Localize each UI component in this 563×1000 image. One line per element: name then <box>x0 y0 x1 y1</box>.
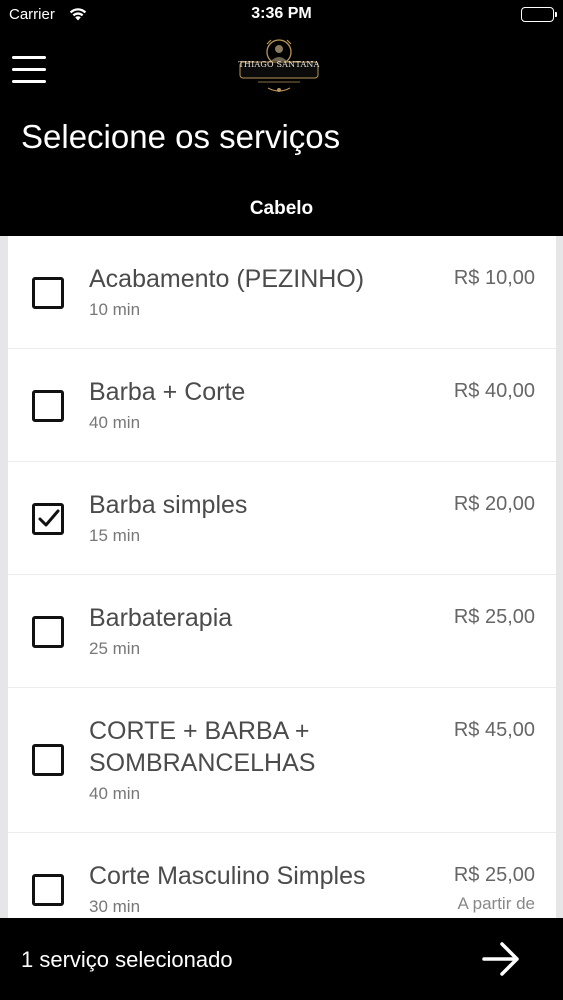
service-duration: 40 min <box>89 784 141 803</box>
checkbox-unchecked-icon[interactable] <box>32 616 64 648</box>
service-item[interactable]: CORTE + BARBA + SOMBRANCELHAS 40 min R$ … <box>8 688 556 833</box>
service-duration: 15 min <box>89 526 141 545</box>
services-list: Acabamento (PEZINHO) 10 min R$ 10,00 Bar… <box>8 236 556 918</box>
service-price-note: A partir de <box>457 894 536 913</box>
page-title: Selecione os serviços <box>21 118 341 155</box>
hamburger-menu-icon[interactable] <box>12 56 46 86</box>
service-price: R$ 25,00 <box>453 606 535 628</box>
logo-text: THIAGO SANTANA <box>238 60 320 69</box>
service-item[interactable]: Corte Masculino Simples 30 min R$ 25,00 … <box>8 833 556 918</box>
status-bar: Carrier 3:36 PM <box>0 0 563 30</box>
services-list-area[interactable]: Acabamento (PEZINHO) 10 min R$ 10,00 Bar… <box>0 236 563 918</box>
tab-category-cabelo[interactable]: Cabelo <box>0 198 563 220</box>
checkbox-unchecked-icon[interactable] <box>32 277 64 309</box>
service-name: Barba + Corte <box>89 378 246 406</box>
service-name: Corte Masculino Simples <box>89 862 366 890</box>
selection-count-text: 1 serviço selecionado <box>21 947 233 972</box>
service-price: R$ 45,00 <box>453 719 535 741</box>
service-price: R$ 20,00 <box>453 493 535 515</box>
checkbox-unchecked-icon[interactable] <box>32 874 64 906</box>
service-name-line1: CORTE + BARBA + <box>89 717 310 745</box>
service-duration: 40 min <box>89 413 141 432</box>
service-item[interactable]: Acabamento (PEZINHO) 10 min R$ 10,00 <box>8 236 556 349</box>
service-price: R$ 40,00 <box>453 380 535 402</box>
clock-time: 3:36 PM <box>251 5 312 22</box>
checkbox-unchecked-icon[interactable] <box>32 390 64 422</box>
service-duration: 30 min <box>89 897 141 916</box>
selection-footer: 1 serviço selecionado <box>0 918 563 1000</box>
service-item[interactable]: Barba simples 15 min R$ 20,00 <box>8 462 556 575</box>
service-item[interactable]: Barba + Corte 40 min R$ 40,00 <box>8 349 556 462</box>
service-price: R$ 25,00 <box>453 864 535 886</box>
checkbox-unchecked-icon[interactable] <box>32 744 64 776</box>
service-name: Acabamento (PEZINHO) <box>89 265 365 293</box>
service-price: R$ 10,00 <box>453 267 535 289</box>
service-duration: 10 min <box>89 300 141 319</box>
brand-logo: THIAGO SANTANA <box>234 34 324 98</box>
battery-full-icon <box>521 7 557 22</box>
service-name: Barbaterapia <box>89 604 233 632</box>
arrow-right-icon[interactable] <box>481 941 521 977</box>
checkbox-checked-icon[interactable] <box>32 503 64 535</box>
service-item[interactable]: Barbaterapia 25 min R$ 25,00 <box>8 575 556 688</box>
nav-bar: THIAGO SANTANA <box>0 30 563 114</box>
service-name: Barba simples <box>89 491 248 519</box>
service-name-line2: SOMBRANCELHAS <box>89 749 316 777</box>
service-duration: 25 min <box>89 639 141 658</box>
